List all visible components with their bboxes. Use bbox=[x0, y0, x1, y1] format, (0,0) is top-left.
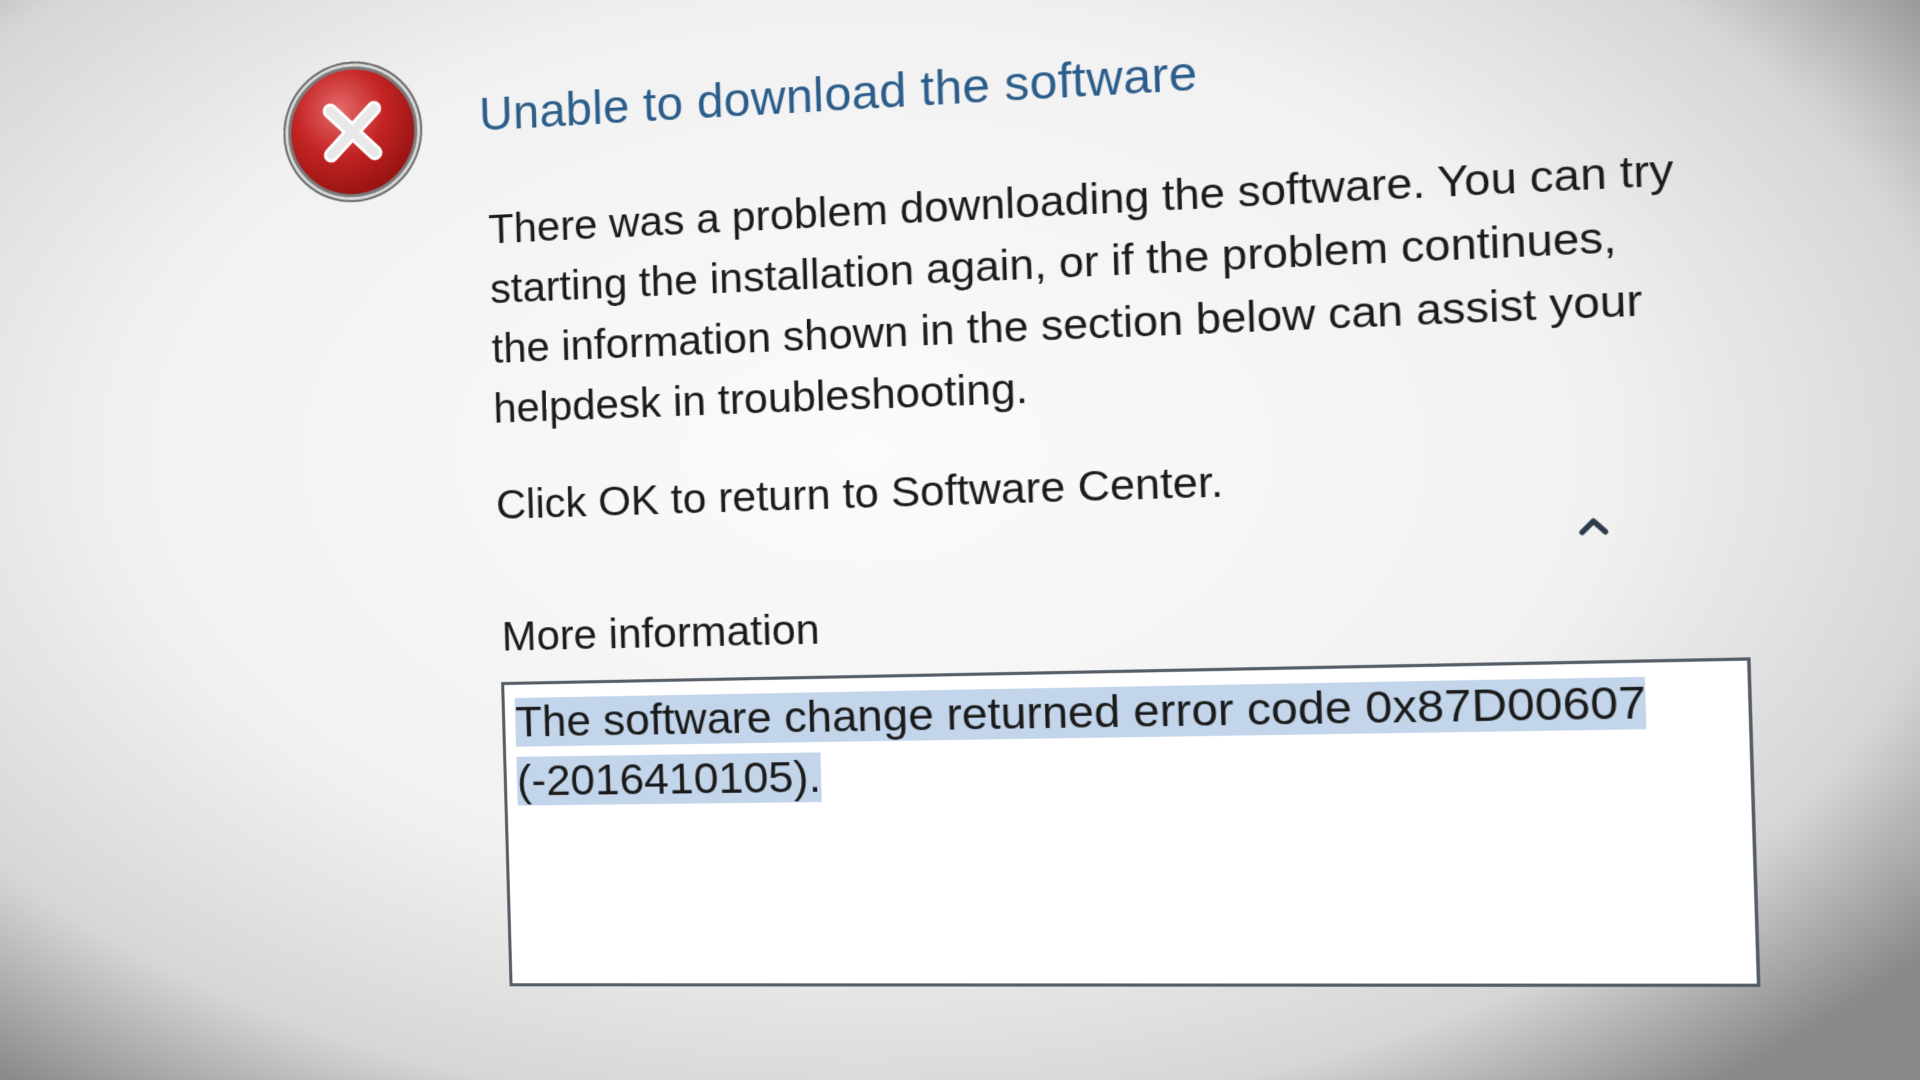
dialog-title: Unable to download the software bbox=[478, 45, 1199, 141]
error-details-text: The software change returned error code … bbox=[514, 670, 1740, 811]
more-information-label: More information bbox=[501, 605, 821, 660]
error-message: There was a problem downloading the soft… bbox=[488, 134, 1767, 439]
error-details-textbox[interactable]: The software change returned error code … bbox=[501, 657, 1761, 987]
error-code-line: The software change returned error code … bbox=[514, 676, 1647, 747]
chevron-up-icon bbox=[1570, 507, 1618, 543]
click-ok-instruction: Click OK to return to Software Center. bbox=[495, 457, 1224, 529]
error-x-glyph bbox=[290, 66, 416, 197]
error-dialog: Unable to download the software There wa… bbox=[286, 0, 1813, 1058]
error-code-decimal: (-2016410105). bbox=[516, 752, 822, 806]
error-icon bbox=[286, 62, 420, 201]
collapse-details-button[interactable] bbox=[1570, 507, 1618, 543]
screen: Unable to download the software There wa… bbox=[0, 0, 1920, 1080]
